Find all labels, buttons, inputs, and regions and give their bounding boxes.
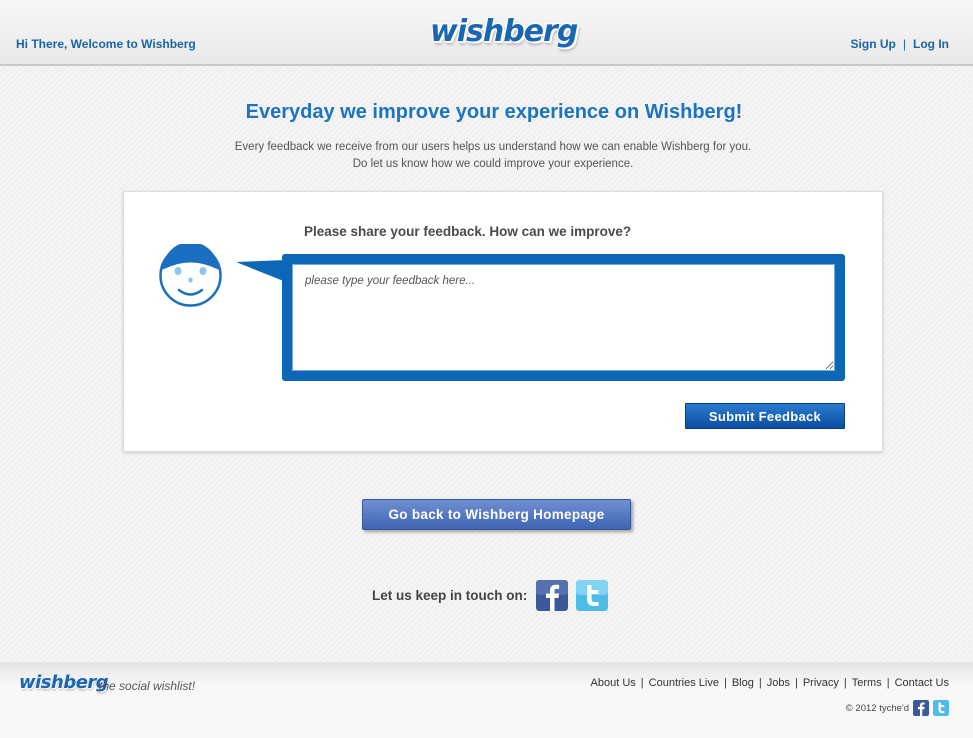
footer-link-about-us[interactable]: About Us: [591, 677, 636, 689]
log-in-link[interactable]: Log In: [913, 37, 949, 51]
page-headline: Everyday we improve your experience on W…: [245, 101, 743, 123]
footer-link-separator: |: [843, 677, 847, 689]
wishberg-logo[interactable]: wishberg: [430, 14, 578, 49]
twitter-icon[interactable]: [576, 580, 609, 611]
intro-line-2: Do let us know how we could improve your…: [352, 158, 634, 170]
speech-bubble-tail: [236, 260, 286, 282]
intro-text: Every feedback we receive from our users…: [0, 139, 973, 173]
footer-link-blog[interactable]: Blog: [732, 677, 754, 689]
twitter-icon[interactable]: [933, 700, 949, 716]
feedback-textarea[interactable]: [292, 264, 835, 371]
facebook-icon[interactable]: [536, 580, 569, 611]
footer-link-countries-live[interactable]: Countries Live: [649, 677, 719, 689]
footer-link-privacy[interactable]: Privacy: [803, 677, 839, 689]
footer-link-terms[interactable]: Terms: [852, 677, 882, 689]
facebook-icon[interactable]: [913, 700, 929, 716]
intro-line-1: Every feedback we receive from our users…: [234, 141, 752, 153]
smiley-face-icon: [159, 244, 222, 307]
copyright-text: © 2012 tyche'd: [845, 702, 909, 714]
go-back-homepage-button[interactable]: Go back to Wishberg Homepage: [362, 499, 631, 530]
footer-link-separator: |: [794, 677, 798, 689]
sign-up-link[interactable]: Sign Up: [851, 37, 896, 51]
footer-link-separator: |: [723, 677, 727, 689]
auth-separator: |: [902, 37, 906, 51]
footer-links: About Us | Countries Live | Blog | Jobs …: [591, 677, 949, 689]
auth-links: Sign Up | Log In: [851, 37, 949, 51]
keep-in-touch-label: Let us keep in touch on:: [372, 588, 528, 603]
footer-link-separator: |: [886, 677, 890, 689]
submit-feedback-button[interactable]: Submit Feedback: [685, 403, 845, 429]
feedback-prompt: Please share your feedback. How can we i…: [304, 224, 632, 239]
footer-link-separator: |: [640, 677, 644, 689]
feedback-card: Please share your feedback. How can we i…: [123, 191, 883, 452]
top-header: Hi There, Welcome to Wishberg wishberg S…: [0, 0, 973, 66]
copyright: © 2012 tyche'd: [846, 700, 949, 716]
welcome-text: Hi There, Welcome to Wishberg: [16, 37, 196, 51]
footer-tagline: the social wishlist!: [99, 679, 196, 693]
footer-link-separator: |: [758, 677, 762, 689]
speech-bubble: [282, 254, 845, 381]
footer-link-contact-us[interactable]: Contact Us: [895, 677, 949, 689]
keep-in-touch: Let us keep in touch on:: [372, 580, 609, 611]
footer-wishberg-logo[interactable]: wishberg: [19, 672, 109, 693]
footer-link-jobs[interactable]: Jobs: [767, 677, 790, 689]
footer: wishberg the social wishlist! About Us |…: [0, 662, 973, 738]
